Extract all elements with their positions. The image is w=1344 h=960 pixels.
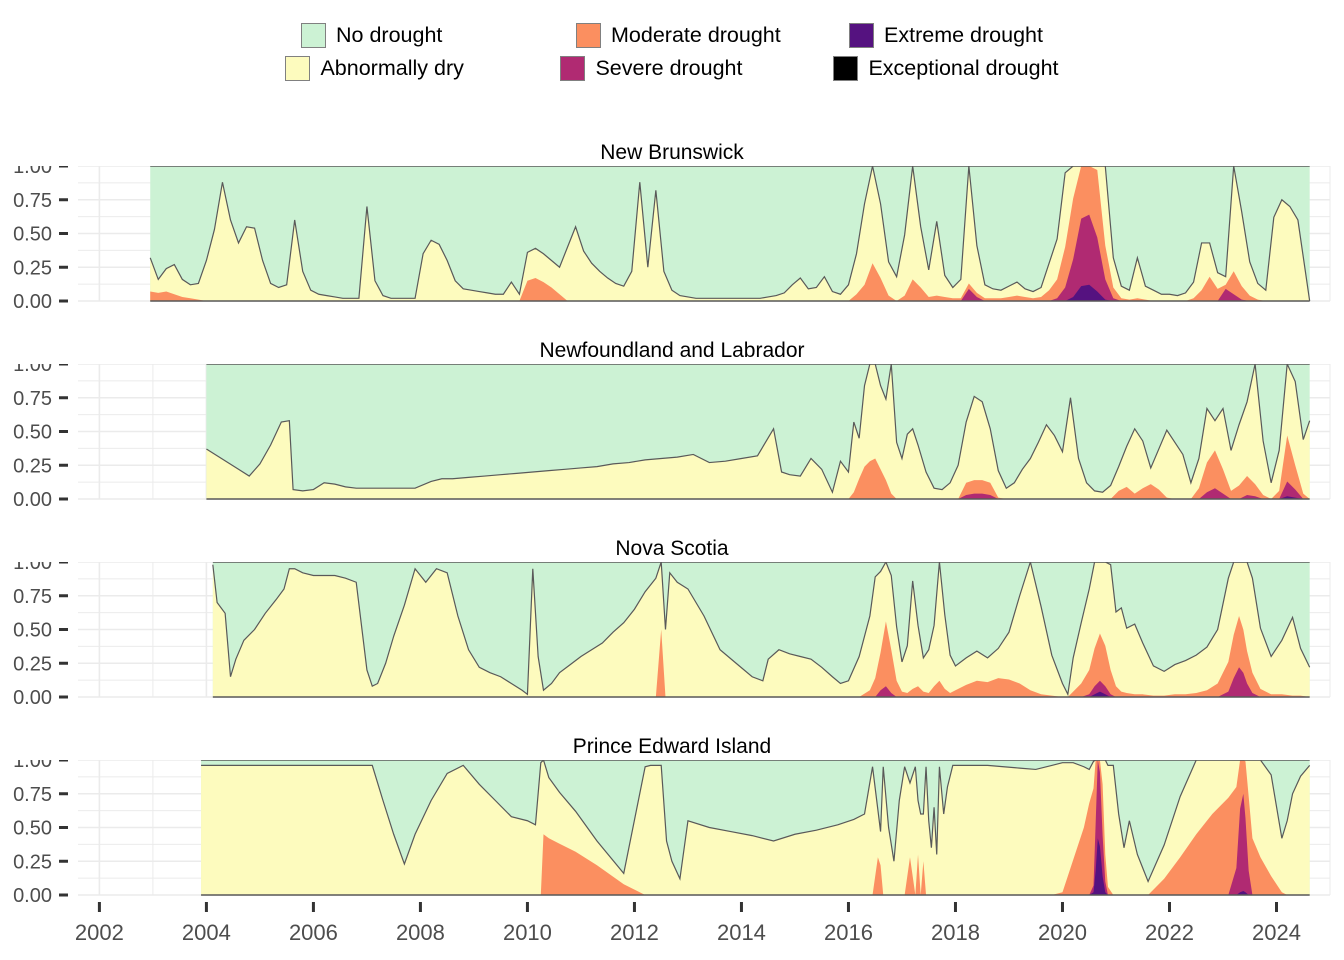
y-tick-label: 0.25 [13,257,52,279]
legend-swatch-none-icon [301,23,327,48]
legend-item-moderate[interactable]: Moderate drought [576,23,791,48]
plot-area: 0.00 0.25 0.50 0.75 1.00 [0,562,1344,709]
y-tick-label: 0.75 [13,586,52,608]
panel-title: Prince Edward Island [572,735,772,758]
panel-nova-scotia: Nova Scotia 0.00 0.25 0.50 0.75 1.00 [0,536,1344,709]
x-tick-label: 2022 [1145,920,1194,945]
x-tick-label: 2008 [396,920,445,945]
legend-item-severe[interactable]: Severe drought [560,56,775,81]
y-tick-label: 0.50 [13,620,52,642]
x-tick-label: 2018 [931,920,980,945]
y-tick-label: 1.00 [13,562,52,574]
legend-label-moderate: Moderate drought [611,23,781,47]
x-axis-svg: 2002 2004 2006 2008 2010 2012 2014 2016 2018 2020… [75,902,1301,945]
x-tick-label: 2004 [182,920,231,945]
y-tick-label: 0.75 [13,784,52,806]
plot-svg: 0.00 0.25 0.50 0.75 1.00 [13,364,1331,511]
x-tick-label: 2024 [1252,920,1301,945]
legend-label-abnormal: Abnormally dry [320,56,464,80]
y-tick-label: 1.00 [13,364,52,376]
plot-svg: 0.00 0.25 0.50 0.75 1.00 [13,562,1331,709]
x-tick-label: 2014 [717,920,766,945]
y-tick-label: 0.25 [13,455,52,477]
y-tick-label: 0.75 [13,190,52,212]
legend-label-extreme: Extreme drought [884,23,1043,47]
x-tick-label: 2006 [289,920,338,945]
y-tick-label: 0.00 [13,687,52,709]
y-tick-label: 0.50 [13,224,52,246]
legend-swatch-abnormal-icon [285,56,311,81]
y-tick-label: 1.00 [13,166,52,178]
plot-area: 0.00 0.25 0.50 0.75 1.00 [0,364,1344,511]
panel-new-brunswick: New Brunswick 0.00 0.25 0.50 0.75 1.00 [0,140,1344,313]
legend-swatch-exceptional-icon [833,56,859,81]
panel-title: New Brunswick [600,141,744,164]
panel-newfoundland-and-labrador: Newfoundland and Labrador 0.00 0.25 0.50 0.7… [0,338,1344,511]
plot-svg: 0.00 0.25 0.50 0.75 1.00 [13,166,1331,313]
legend-row: No drought Moderate drought Extreme drough… [301,23,1043,48]
y-tick-label: 0.25 [13,851,52,873]
legend-item-exceptional[interactable]: Exceptional drought [833,56,1059,81]
legend-item-none[interactable]: No drought [301,23,516,48]
panel-title: Newfoundland and Labrador [539,339,805,362]
legend-row: Abnormally dry Severe drought Exceptional … [285,56,1059,81]
x-tick-label: 2012 [610,920,659,945]
plot-svg: 0.000.250.500.751.00 [13,760,1331,907]
x-tick-label: 2002 [75,920,124,945]
legend-label-exceptional: Exceptional drought [868,56,1059,80]
y-tick-label: 0.00 [13,489,52,511]
plot-area: 0.00 0.25 0.50 0.75 1.00 [0,166,1344,313]
x-tick-label: 2016 [824,920,873,945]
legend-label-severe: Severe drought [595,56,743,80]
y-tick-label: 0.75 [13,388,52,410]
y-tick-label: 0.00 [13,291,52,313]
legend: No drought Moderate drought Extreme drough… [0,0,1344,104]
panel-prince-edward-island: Prince Edward Island 0.00 0.25 0.50 0.75 1.00 [0,734,1344,907]
legend-swatch-extreme-icon [849,23,875,48]
y-tick-label: 0.25 [13,653,52,675]
legend-swatch-moderate-icon [576,23,602,48]
x-tick-label: 2020 [1038,920,1087,945]
y-tick-label: 0.50 [13,422,52,444]
panel-title: Nova Scotia [615,537,729,560]
y-tick-label: 0.50 [13,818,52,840]
legend-swatch-severe-icon [560,56,586,81]
x-tick-label: 2010 [503,920,552,945]
x-axis: 2002 2004 2006 2008 2010 2012 2014 2016 2018 2020… [0,900,1344,960]
legend-label-none: No drought [336,23,443,47]
legend-item-extreme[interactable]: Extreme drought [849,23,1043,48]
plot-area: 0.00 0.25 0.50 0.75 1.00 [0,760,1344,907]
y-tick-label: 1.00 [13,760,52,772]
legend-item-abnormal[interactable]: Abnormally dry [285,56,500,81]
